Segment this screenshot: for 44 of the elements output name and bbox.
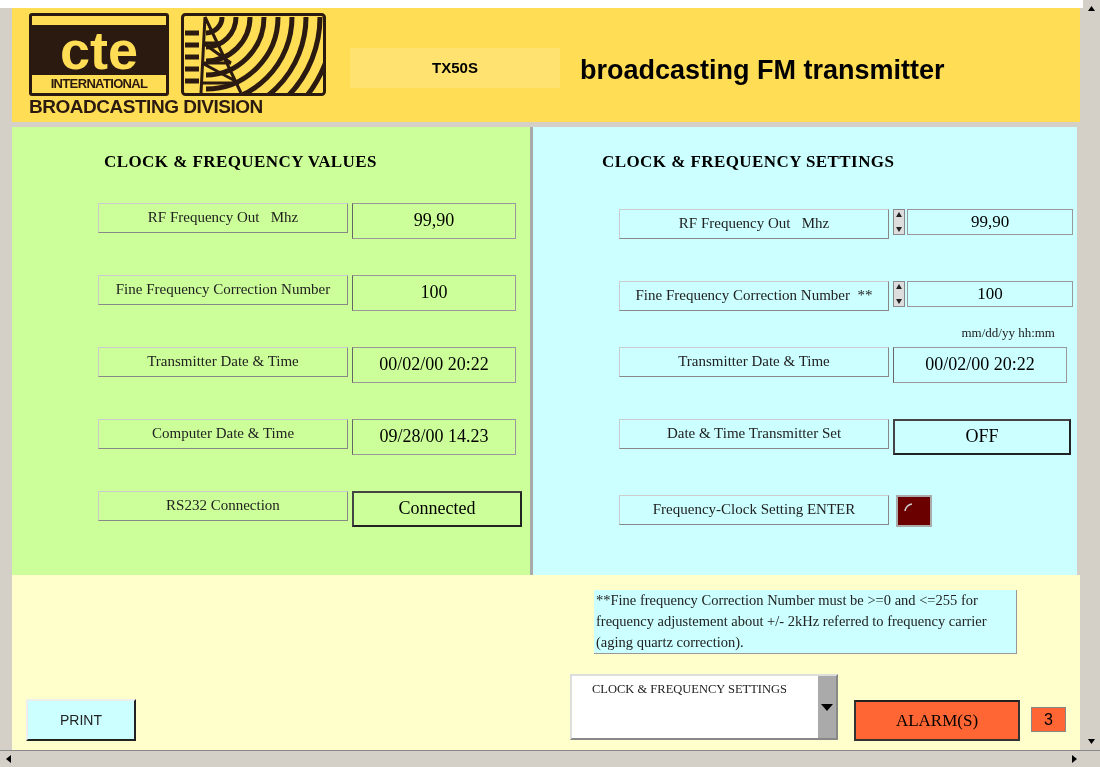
note-text: **Fine frequency Correction Number must be >=0 and <=255 for frequency adjustement about +/- 2kHz referred to frequency carrier (aging quartz correction). [594,590,1017,654]
field-label: Fine Frequency Correction Number ** [619,280,889,311]
print-button[interactable]: PRINT [26,699,136,741]
alarm-count: 3 [1031,707,1066,732]
enter-button[interactable] [896,494,932,527]
antenna-tower-icon [181,12,326,96]
format-hint: mm/dd/yy hh:mm [961,324,1055,342]
arc-icon [904,502,914,511]
value-field: 09/28/00 14.23 [352,418,516,455]
field-label: Frequency-Clock Setting ENTER [619,494,889,525]
panel-title: CLOCK & FREQUENCY VALUES [104,151,378,173]
division-label: BROADCASTING DIVISION [29,95,264,118]
field-label: RF Frequency Out Mhz [619,208,889,239]
dropdown-arrow-icon [821,703,833,711]
spinner-control[interactable] [893,280,905,307]
field-label: Transmitter Date & Time [619,346,889,377]
down-arrow-icon[interactable] [896,226,902,232]
field-label: Fine Frequency Correction Number [98,274,348,305]
value-field[interactable]: 100 [907,280,1073,307]
value-field[interactable]: 99,90 [907,208,1073,235]
alarm-button[interactable]: ALARM(S) [854,700,1020,741]
field-label: Transmitter Date & Time [98,346,348,377]
page-select[interactable]: CLOCK & FREQUENCY SETTINGS [570,674,838,740]
field-label: RF Frequency Out Mhz [98,202,348,233]
spinner-control[interactable] [893,208,905,235]
field-label: Date & Time Transmitter Set [619,418,889,449]
logo-subtitle: INTERNATIONAL [50,74,148,93]
model-label: TX50S [350,48,560,88]
value-field: 100 [352,274,516,311]
down-arrow-icon[interactable] [896,298,902,304]
value-field: 99,90 [352,202,516,239]
status-button[interactable]: Connected [352,490,522,527]
vertical-scrollbar[interactable] [1083,0,1100,750]
up-arrow-icon[interactable] [896,211,902,217]
up-arrow-icon[interactable] [896,283,902,289]
logo-brand: cte [32,24,166,75]
field-label: RS232 Connection [98,490,348,521]
horizontal-scrollbar[interactable] [0,750,1100,767]
value-field: 00/02/00 20:22 [893,346,1067,383]
app-title: broadcasting FM transmitter [580,54,945,87]
panel-title: CLOCK & FREQUENCY SETTINGS [602,151,896,173]
status-button[interactable]: OFF [893,418,1071,455]
value-field: 00/02/00 20:22 [352,346,516,383]
field-label: Computer Date & Time [98,418,348,449]
